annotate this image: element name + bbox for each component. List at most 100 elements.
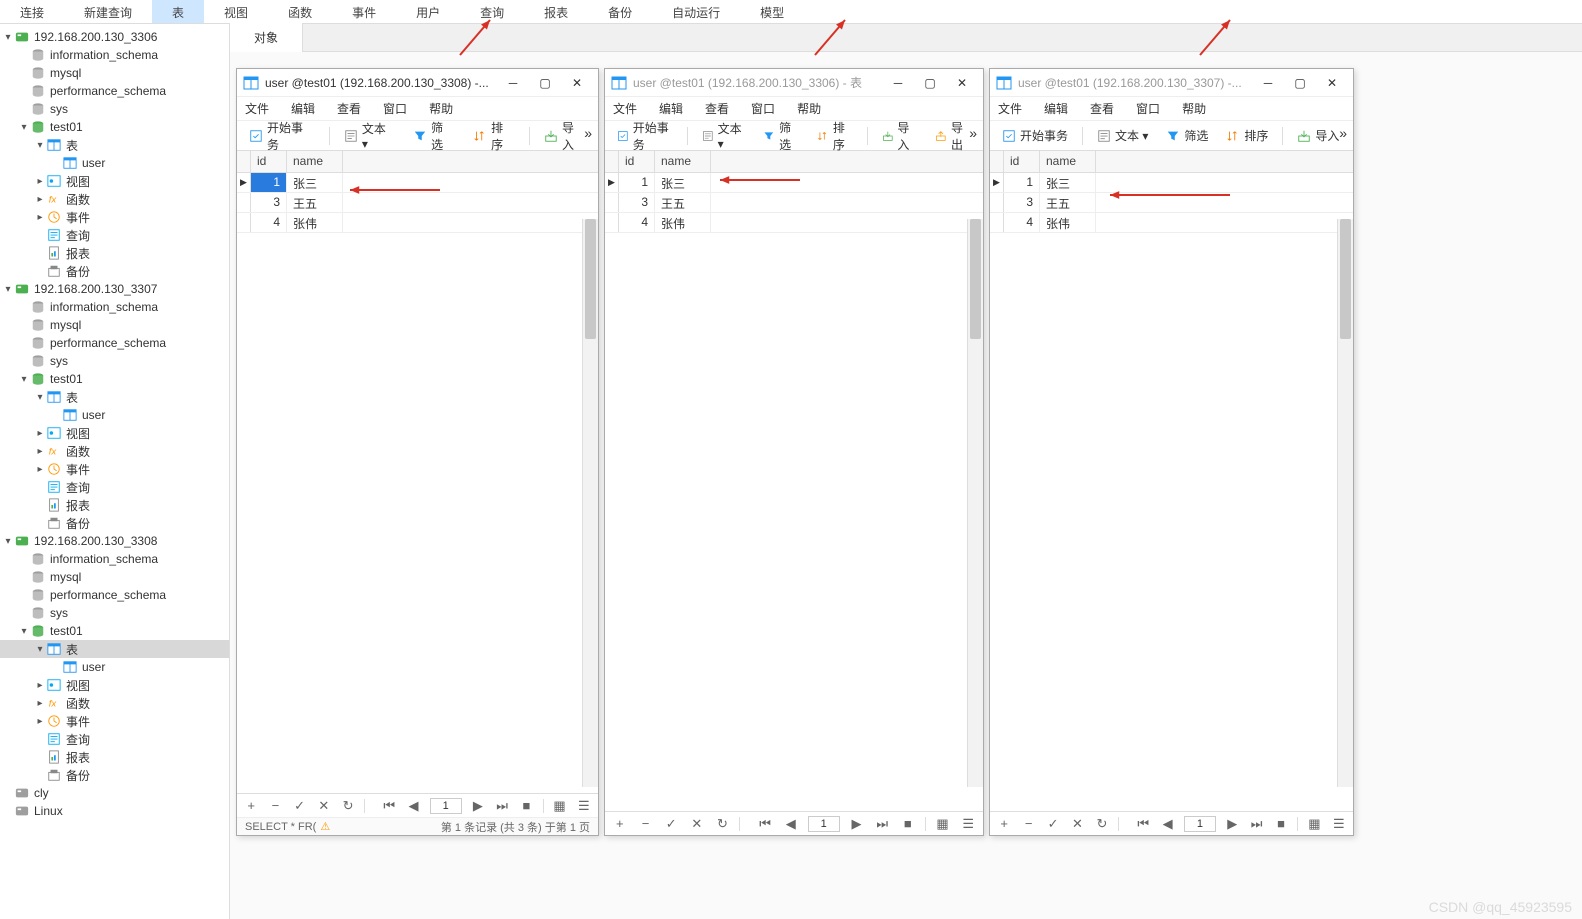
- tree-item[interactable]: mysql: [0, 64, 229, 82]
- expand-arrow-icon[interactable]: ▸: [34, 194, 46, 205]
- prev-page-button[interactable]: ◀: [1159, 815, 1175, 833]
- minimize-button[interactable]: ─: [883, 72, 913, 94]
- win-menu-item[interactable]: 文件: [245, 100, 269, 117]
- filter-button[interactable]: 筛选: [757, 116, 805, 156]
- cell-id[interactable]: 4: [251, 213, 287, 232]
- cell-name[interactable]: 张伟: [655, 213, 711, 232]
- expand-arrow-icon[interactable]: ▸: [34, 698, 46, 709]
- prev-page-button[interactable]: ◀: [405, 797, 421, 815]
- menu-item-7[interactable]: 查询: [460, 0, 524, 23]
- tree-item[interactable]: ▸事件: [0, 460, 229, 478]
- expand-arrow-icon[interactable]: ▾: [34, 644, 46, 655]
- menu-item-3[interactable]: 视图: [204, 0, 268, 23]
- cell-id[interactable]: 4: [619, 213, 655, 232]
- cell-name[interactable]: 张伟: [1040, 213, 1096, 232]
- tree-item[interactable]: ▸事件: [0, 208, 229, 226]
- minimize-button[interactable]: ─: [498, 72, 528, 94]
- import-button[interactable]: 导入: [876, 116, 924, 156]
- col-header-name[interactable]: name: [287, 151, 343, 172]
- next-page-button[interactable]: ▶: [470, 797, 486, 815]
- menu-item-10[interactable]: 自动运行: [652, 0, 740, 23]
- win-menu-item[interactable]: 编辑: [291, 100, 315, 117]
- col-header-name[interactable]: name: [655, 151, 711, 172]
- sort-button[interactable]: 排序: [1220, 124, 1274, 147]
- apply-button[interactable]: ✓: [1045, 815, 1061, 833]
- tree-item[interactable]: ▸fx函数: [0, 442, 229, 460]
- sort-button[interactable]: 排序: [467, 116, 521, 156]
- import-button[interactable]: 导入: [1291, 124, 1345, 147]
- menu-item-5[interactable]: 事件: [332, 0, 396, 23]
- expand-arrow-icon[interactable]: ▾: [18, 626, 30, 637]
- grid-view-button[interactable]: ▦: [1306, 815, 1322, 833]
- tree-item[interactable]: ▸fx函数: [0, 694, 229, 712]
- tree-item[interactable]: ▾192.168.200.130_3308: [0, 532, 229, 550]
- first-page-button[interactable]: ⏮: [756, 815, 774, 833]
- begin-transaction-button[interactable]: 开始事务: [611, 116, 679, 156]
- tree-item[interactable]: ▸视图: [0, 676, 229, 694]
- cell-name[interactable]: 王五: [287, 193, 343, 212]
- cell-name[interactable]: 王五: [655, 193, 711, 212]
- maximize-button[interactable]: ▢: [915, 72, 945, 94]
- cell-name[interactable]: 王五: [1040, 193, 1096, 212]
- cell-name[interactable]: 张三: [655, 173, 711, 192]
- stop-button[interactable]: ■: [518, 797, 534, 815]
- win-menu-item[interactable]: 查看: [1090, 100, 1114, 117]
- close-button[interactable]: ✕: [1317, 72, 1347, 94]
- expand-arrow-icon[interactable]: ▾: [34, 140, 46, 151]
- tree-item[interactable]: user: [0, 658, 229, 676]
- expand-arrow-icon[interactable]: ▾: [2, 32, 14, 43]
- table-row[interactable]: ▶1张三: [605, 173, 983, 193]
- apply-button[interactable]: ✓: [292, 797, 308, 815]
- last-page-button[interactable]: ⏭: [494, 797, 510, 815]
- tree-item[interactable]: 备份: [0, 514, 229, 532]
- tree-item[interactable]: ▸视图: [0, 172, 229, 190]
- cancel-edit-button[interactable]: ✕: [688, 815, 706, 833]
- refresh-button[interactable]: ↻: [714, 815, 732, 833]
- tree-item[interactable]: user: [0, 406, 229, 424]
- next-page-button[interactable]: ▶: [1224, 815, 1240, 833]
- win-menu-item[interactable]: 文件: [998, 100, 1022, 117]
- win-menu-item[interactable]: 查看: [337, 100, 361, 117]
- menu-item-9[interactable]: 备份: [588, 0, 652, 23]
- maximize-button[interactable]: ▢: [1285, 72, 1315, 94]
- menu-item-8[interactable]: 报表: [524, 0, 588, 23]
- tree-item[interactable]: user: [0, 154, 229, 172]
- last-page-button[interactable]: ⏭: [873, 815, 891, 833]
- delete-row-button[interactable]: −: [1020, 815, 1036, 833]
- expand-arrow-icon[interactable]: ▸: [34, 176, 46, 187]
- refresh-button[interactable]: ↻: [1094, 815, 1110, 833]
- win-menu-item[interactable]: 窗口: [383, 100, 407, 117]
- tree-item[interactable]: ▸事件: [0, 712, 229, 730]
- expand-arrow-icon[interactable]: ▾: [18, 374, 30, 385]
- begin-transaction-button[interactable]: 开始事务: [243, 116, 321, 156]
- win-menu-item[interactable]: 文件: [613, 100, 637, 117]
- close-button[interactable]: ✕: [562, 72, 592, 94]
- col-header-id[interactable]: id: [251, 151, 287, 172]
- table-row[interactable]: 3王五: [605, 193, 983, 213]
- tree-item[interactable]: 报表: [0, 244, 229, 262]
- tab-objects[interactable]: 对象: [230, 23, 303, 52]
- tree-item[interactable]: information_schema: [0, 46, 229, 64]
- tree-item[interactable]: ▾test01: [0, 622, 229, 640]
- cancel-edit-button[interactable]: ✕: [316, 797, 332, 815]
- table-row[interactable]: ▶1张三: [990, 173, 1353, 193]
- form-view-button[interactable]: ☰: [576, 797, 592, 815]
- cell-id[interactable]: 3: [1004, 193, 1040, 212]
- scrollbar[interactable]: [582, 219, 598, 787]
- win-menu-item[interactable]: 帮助: [429, 100, 453, 117]
- table-row[interactable]: ▶1张三: [237, 173, 598, 193]
- tree-item[interactable]: ▾test01: [0, 118, 229, 136]
- text-button[interactable]: 文本 ▾: [338, 117, 401, 154]
- expand-arrow-icon[interactable]: ▸: [34, 680, 46, 691]
- col-header-name[interactable]: name: [1040, 151, 1096, 172]
- tree-item[interactable]: ▸视图: [0, 424, 229, 442]
- overflow-icon[interactable]: »: [1339, 125, 1347, 141]
- apply-button[interactable]: ✓: [662, 815, 680, 833]
- tree-item[interactable]: performance_schema: [0, 82, 229, 100]
- prev-page-button[interactable]: ◀: [782, 815, 800, 833]
- cancel-edit-button[interactable]: ✕: [1069, 815, 1085, 833]
- delete-row-button[interactable]: −: [637, 815, 655, 833]
- stop-button[interactable]: ■: [899, 815, 917, 833]
- add-row-button[interactable]: +: [996, 815, 1012, 833]
- filter-button[interactable]: 筛选: [1160, 124, 1214, 147]
